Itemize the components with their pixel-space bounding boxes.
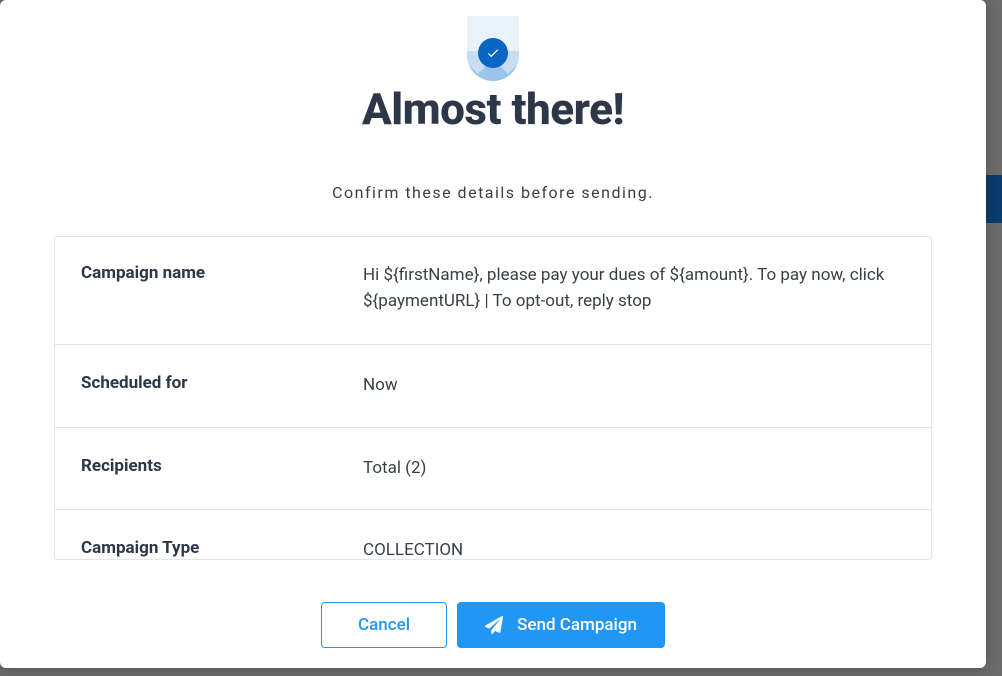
campaign-type-value: COLLECTION: [363, 510, 489, 560]
details-table: Campaign name Hi ${firstName}, please pa…: [54, 236, 932, 560]
table-row: Campaign name Hi ${firstName}, please pa…: [55, 237, 931, 345]
campaign-name-value: Hi ${firstName}, please pay your dues of…: [363, 237, 931, 344]
recipients-value: Total (2): [363, 428, 452, 510]
send-campaign-label: Send Campaign: [517, 615, 637, 635]
campaign-name-label: Campaign name: [55, 237, 363, 344]
table-row: Scheduled for Now: [55, 345, 931, 428]
background-accent: [986, 175, 1002, 223]
envelope-check-icon: [467, 16, 519, 81]
confirmation-modal: Almost there! Confirm these details befo…: [0, 0, 986, 668]
paper-plane-icon: [485, 616, 503, 634]
cancel-button[interactable]: Cancel: [321, 602, 447, 648]
table-row: Campaign Type COLLECTION: [55, 510, 931, 560]
modal-title: Almost there!: [362, 83, 624, 135]
modal-actions: Cancel Send Campaign: [321, 602, 665, 648]
recipients-label: Recipients: [55, 428, 363, 510]
modal-subtitle: Confirm these details before sending.: [332, 183, 654, 202]
campaign-type-label: Campaign Type: [55, 510, 363, 560]
scheduled-for-value: Now: [363, 345, 424, 427]
scheduled-for-label: Scheduled for: [55, 345, 363, 427]
send-campaign-button[interactable]: Send Campaign: [457, 602, 665, 648]
table-row: Recipients Total (2): [55, 428, 931, 511]
